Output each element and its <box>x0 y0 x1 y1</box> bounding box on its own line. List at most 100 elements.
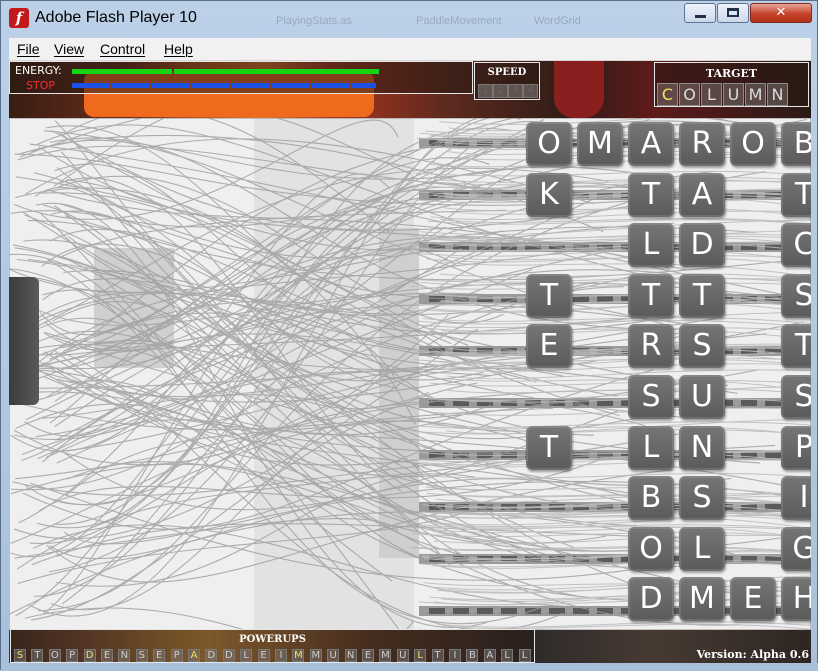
letter-tile: E <box>526 324 572 369</box>
powerups-title: POWERUPS <box>239 634 306 645</box>
maximize-icon <box>727 8 739 17</box>
speed-level-3[interactable]: 3 <box>508 84 523 98</box>
powerup-letter: L <box>518 649 531 662</box>
stop-segment <box>312 83 349 88</box>
powerup-letter: P <box>170 649 183 662</box>
letter-tile: I <box>781 476 811 521</box>
letter-tile: G <box>781 526 811 571</box>
powerup-letter: A <box>483 649 496 662</box>
target-letter: U <box>723 83 744 106</box>
letter-tile: L <box>628 223 674 268</box>
minimize-button[interactable] <box>684 3 716 23</box>
target-letter: O <box>679 83 700 106</box>
stop-segment <box>272 83 309 88</box>
energy-segment <box>174 69 274 74</box>
powerup-letter: E <box>257 649 270 662</box>
powerup-letter: U <box>396 649 409 662</box>
powerup-letter: M <box>292 649 305 662</box>
letter-tile: T <box>526 273 572 318</box>
powerup-letter: E <box>101 649 113 662</box>
letter-tile: S <box>781 273 811 318</box>
letter-tile: O <box>526 122 572 166</box>
powerup-letter: N <box>344 649 357 662</box>
letter-tile: M <box>577 122 623 166</box>
powerups-panel: POWERUPS STOPDENSEPADDLEIMMUNEMULTIBALL <box>10 629 535 663</box>
maximize-button[interactable] <box>717 3 749 23</box>
stop-segment <box>72 83 109 88</box>
powerup-letter: O <box>48 649 61 662</box>
menu-view[interactable]: View <box>54 41 84 57</box>
letter-tile: O <box>730 122 776 166</box>
title-bar[interactable]: f Adobe Flash Player 10 PlayingStats.as … <box>1 1 818 37</box>
red-object <box>554 61 604 118</box>
powerup-letter: N <box>118 649 131 662</box>
menu-file[interactable]: File <box>17 41 40 57</box>
paddle[interactable] <box>9 277 39 405</box>
letter-tile: R <box>679 122 725 166</box>
letter-tile: D <box>679 223 725 268</box>
energy-panel: ENERGY: STOP <box>9 61 473 94</box>
letter-tile: O <box>628 526 674 571</box>
minimize-icon <box>695 15 706 18</box>
powerup-letter: D <box>205 649 218 662</box>
speed-level-1[interactable]: 1 <box>478 84 493 98</box>
stop-segment <box>112 83 149 88</box>
speed-title: SPEED <box>487 67 527 78</box>
background-tab: WordGrid <box>534 15 581 27</box>
stop-segment <box>152 83 189 88</box>
letter-tile: T <box>628 172 674 217</box>
powerup-letter: B <box>466 649 479 662</box>
stop-label: STOP <box>26 79 55 92</box>
target-title: TARGET <box>705 67 758 80</box>
menu-control[interactable]: Control <box>100 41 145 57</box>
letter-tile: T <box>679 273 725 318</box>
powerup-letter: L <box>501 649 514 662</box>
letter-tile: L <box>628 425 674 470</box>
letter-tile: T <box>526 425 572 470</box>
target-letter: L <box>701 83 722 106</box>
speed-level-4[interactable]: 4 <box>523 84 538 98</box>
window-title: Adobe Flash Player 10 <box>35 9 197 26</box>
powerup-letter: I <box>449 649 461 662</box>
menu-bar: File View Control Help <box>9 38 811 61</box>
speed-panel: SPEED 1234 <box>474 62 540 100</box>
letter-tile: S <box>679 324 725 369</box>
flash-player-icon: f <box>9 8 29 28</box>
powerup-letter: D <box>83 649 96 662</box>
target-letter: C <box>657 83 678 106</box>
close-button[interactable]: ✕ <box>750 3 812 23</box>
speed-level-2[interactable]: 2 <box>493 84 508 98</box>
letter-tile: T <box>781 324 811 369</box>
powerup-letter: M <box>309 649 322 662</box>
letter-tile: A <box>679 172 725 217</box>
game-stage[interactable]: OMAROBKTATLDCTTTSERSTSUSTLNPBSIOLGDMEH E… <box>9 61 811 663</box>
powerup-letter: A <box>188 649 200 662</box>
powerup-letter: T <box>431 649 444 662</box>
powerup-letter: L <box>414 649 427 662</box>
powerup-letter: M <box>379 649 392 662</box>
close-icon: ✕ <box>775 5 787 20</box>
letter-tile: L <box>679 526 725 571</box>
background-tab: PlayingStats.as <box>276 15 352 27</box>
powerup-letter: S <box>14 649 26 662</box>
powerup-letter: D <box>222 649 235 662</box>
letter-tile: N <box>679 425 725 470</box>
letter-tile: T <box>781 172 811 217</box>
letter-tile: S <box>781 375 811 419</box>
letter-tile: T <box>628 273 674 318</box>
energy-segment <box>274 69 374 74</box>
powerup-letter: E <box>153 649 166 662</box>
letter-tile: D <box>628 577 674 622</box>
menu-help[interactable]: Help <box>164 41 193 57</box>
flash-player-window: f Adobe Flash Player 10 PlayingStats.as … <box>0 0 818 671</box>
target-letter: M <box>745 83 766 106</box>
stop-segment <box>352 83 376 88</box>
powerup-letter: P <box>66 649 79 662</box>
energy-segment <box>72 69 172 74</box>
letter-tile: R <box>628 324 674 369</box>
powerup-letter: U <box>327 649 340 662</box>
powerup-letter: S <box>135 649 148 662</box>
letter-tile: E <box>730 577 776 622</box>
target-letter: N <box>767 83 788 106</box>
letter-tile: P <box>781 425 811 470</box>
